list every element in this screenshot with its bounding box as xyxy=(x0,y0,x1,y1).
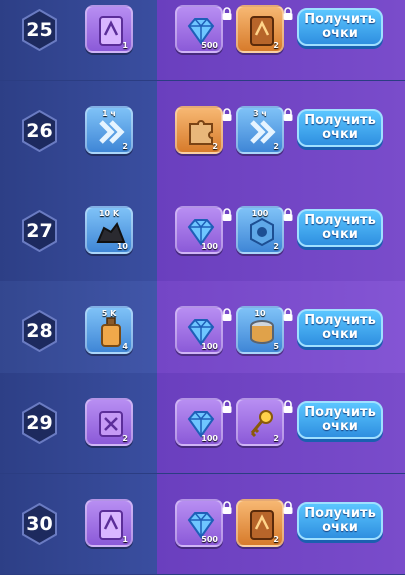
lock-icon xyxy=(215,202,232,221)
reward-slot[interactable]: 100 xyxy=(175,398,232,446)
lock-icon xyxy=(276,1,293,20)
get-points-button[interactable]: Получить очки xyxy=(297,309,383,347)
lock-icon xyxy=(215,495,232,514)
reward-count: 2 xyxy=(212,142,218,151)
reward-count: 2 xyxy=(273,41,279,50)
lock-icon xyxy=(276,202,293,221)
reward-amount-label: 1 ч xyxy=(102,109,116,118)
reward-count: 2 xyxy=(122,434,128,443)
reward-count: 5 xyxy=(273,342,279,351)
reward-slot[interactable]: 2 xyxy=(236,5,293,53)
lock-icon xyxy=(215,394,232,413)
reward-slot[interactable]: 2 xyxy=(175,106,232,154)
reward-count: 4 xyxy=(122,342,128,351)
level-badge: 28 xyxy=(21,310,58,352)
reward-slot[interactable]: 100 xyxy=(175,306,232,354)
reward-count: 500 xyxy=(201,41,218,50)
level-badge: 26 xyxy=(21,110,58,152)
reward-slot[interactable]: 500 xyxy=(175,5,232,53)
reward-amount-label: 5 K xyxy=(101,309,117,318)
reward-count: 2 xyxy=(273,142,279,151)
level-number: 29 xyxy=(26,412,53,434)
level-number: 28 xyxy=(26,320,53,342)
level-badge: 29 xyxy=(21,402,58,444)
reward-slot[interactable]: 500 xyxy=(175,499,232,547)
level-badge: 25 xyxy=(21,9,58,51)
reward-count: 2 xyxy=(273,242,279,251)
reward-count: 100 xyxy=(201,434,218,443)
lock-icon xyxy=(215,102,232,121)
reward-count: 2 xyxy=(122,142,128,151)
reward-slot[interactable]: 3 ч2 xyxy=(236,106,293,154)
reward-count: 1 xyxy=(122,535,128,544)
level-badge: 30 xyxy=(21,503,58,545)
reward-count: 2 xyxy=(273,535,279,544)
get-points-button[interactable]: Получить очки xyxy=(297,109,383,147)
get-points-button[interactable]: Получить очки xyxy=(297,209,383,247)
reward-amount-label: 10 K xyxy=(98,209,120,218)
level-number: 30 xyxy=(26,513,53,535)
reward-slot[interactable]: 10 K 10 xyxy=(85,206,133,254)
lock-icon xyxy=(215,1,232,20)
lock-icon xyxy=(276,495,293,514)
reward-slot[interactable]: 10 5 xyxy=(236,306,293,354)
level-badge: 27 xyxy=(21,210,58,252)
reward-slot[interactable]: 100 2 xyxy=(236,206,293,254)
reward-slot[interactable]: 1 xyxy=(85,499,133,547)
reward-slot[interactable]: 100 xyxy=(175,206,232,254)
reward-slot[interactable]: 2 xyxy=(236,398,293,446)
level-number: 26 xyxy=(26,120,53,142)
reward-slot[interactable]: 2 xyxy=(85,398,133,446)
reward-count: 500 xyxy=(201,535,218,544)
reward-count: 2 xyxy=(273,434,279,443)
reward-slot[interactable]: 1 ч 2 xyxy=(85,106,133,154)
lock-icon xyxy=(276,302,293,321)
lock-icon xyxy=(276,102,293,121)
lock-icon xyxy=(215,302,232,321)
get-points-button[interactable]: Получить очки xyxy=(297,8,383,46)
lock-icon xyxy=(276,394,293,413)
reward-slot[interactable]: 2 xyxy=(236,499,293,547)
get-points-button[interactable]: Получить очки xyxy=(297,401,383,439)
reward-count: 10 xyxy=(116,242,128,251)
reward-count: 100 xyxy=(201,342,218,351)
reward-slot[interactable]: 5 K 4 xyxy=(85,306,133,354)
reward-count: 100 xyxy=(201,242,218,251)
reward-slot[interactable]: 1 xyxy=(85,5,133,53)
level-number: 27 xyxy=(26,220,53,242)
level-number: 25 xyxy=(26,19,53,41)
reward-count: 1 xyxy=(122,41,128,50)
get-points-button[interactable]: Получить очки xyxy=(297,502,383,540)
